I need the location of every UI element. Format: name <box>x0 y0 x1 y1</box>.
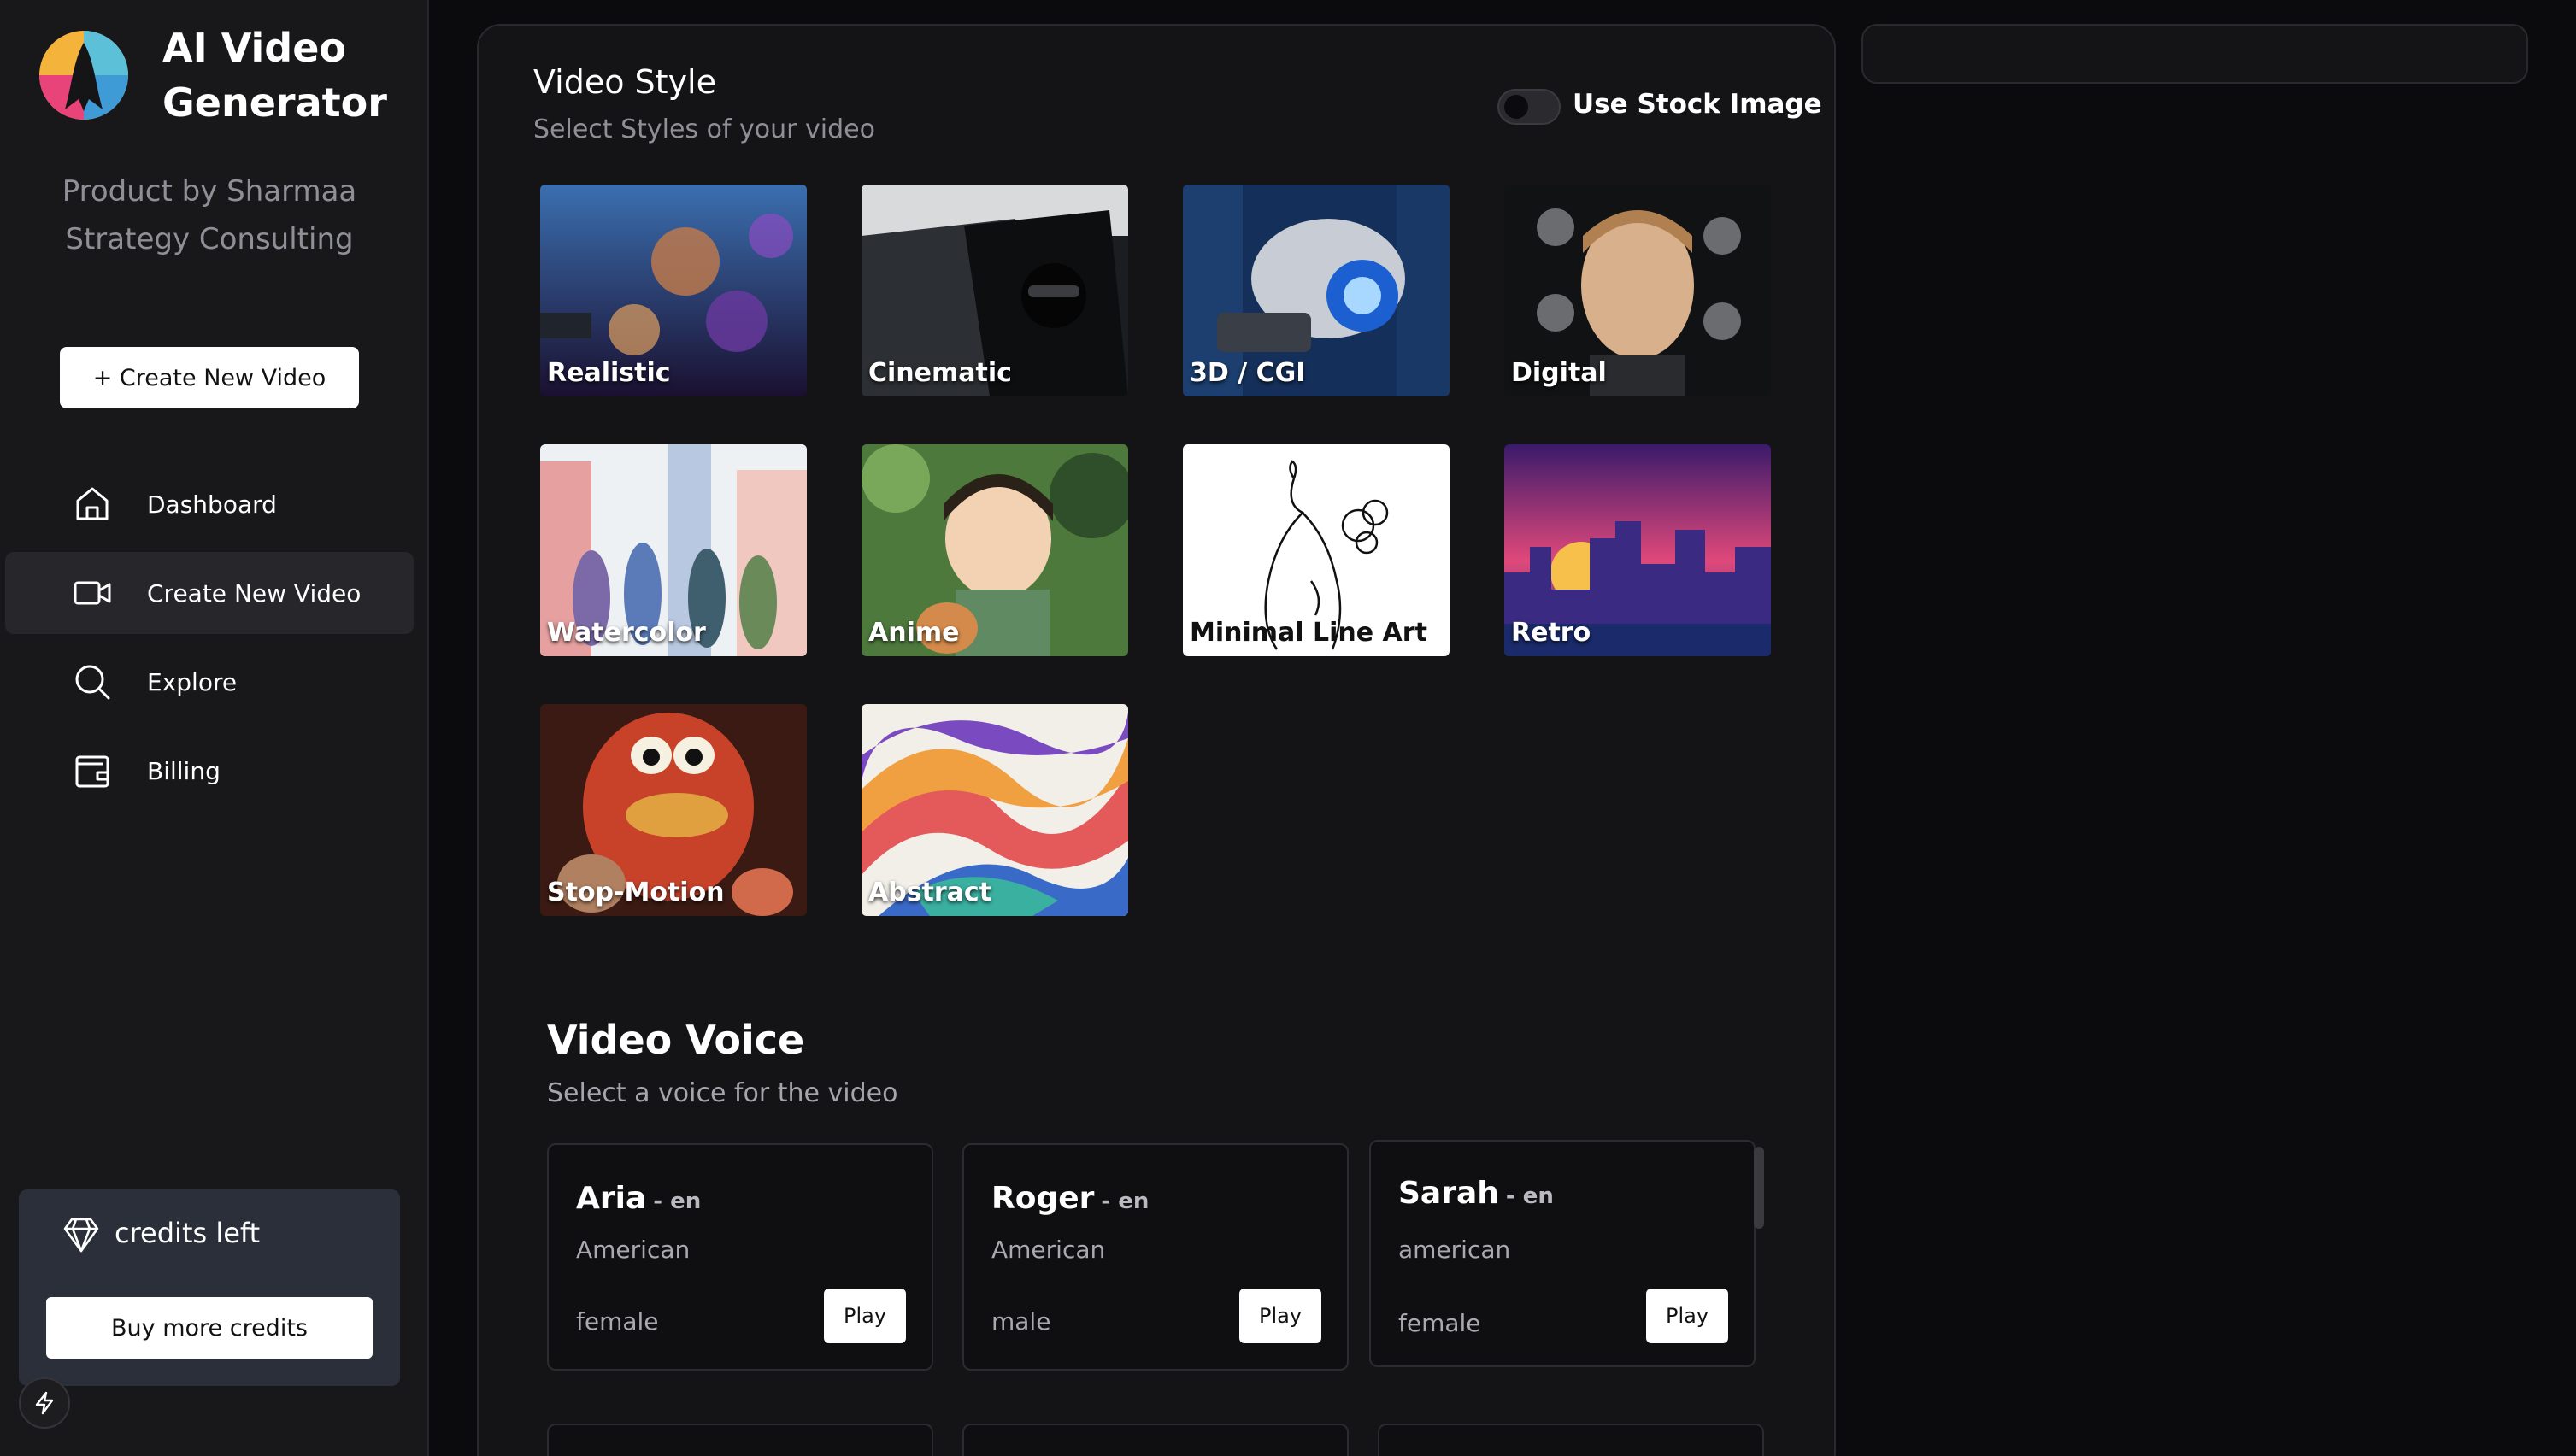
style-label: Cinematic <box>868 358 1012 388</box>
voice-accent: American <box>576 1236 691 1264</box>
bolt-button[interactable] <box>19 1377 70 1429</box>
voice-language: - en <box>1505 1183 1554 1209</box>
voice-gender: female <box>1398 1309 1481 1337</box>
style-card-digital[interactable]: Digital <box>1504 185 1771 396</box>
wallet-icon <box>75 755 109 788</box>
voice-card-roger[interactable]: Roger - en American male Play <box>962 1143 1349 1371</box>
style-label: Watercolor <box>547 618 706 648</box>
sidebar-item-create-new-video[interactable]: Create New Video <box>5 552 414 634</box>
sidebar: AI Video Generator Product by Sharmaa St… <box>0 0 429 1456</box>
voice-accent: american <box>1398 1236 1511 1264</box>
voice-accent: American <box>991 1236 1106 1264</box>
right-preview-panel <box>1861 24 2528 84</box>
credits-left-label: credits left <box>115 1217 261 1249</box>
style-card-watercolor[interactable]: Watercolor <box>540 444 807 656</box>
voice-card-sarah[interactable]: Sarah - en american female Play <box>1369 1140 1756 1367</box>
voice-card-aria[interactable]: Aria - en American female Play <box>547 1143 933 1371</box>
voice-gender: female <box>576 1307 659 1336</box>
app-logo-icon <box>39 31 128 120</box>
byline-line2: Strategy Consulting <box>65 222 354 256</box>
sidebar-item-label: Create New Video <box>147 578 362 608</box>
style-card-minimal-line-art[interactable]: Minimal Line Art <box>1183 444 1450 656</box>
video-voice-title: Video Voice <box>547 1017 805 1063</box>
lightning-icon <box>35 1391 54 1415</box>
voice-name: Sarah - en <box>1398 1176 1554 1211</box>
video-style-subtitle: Select Styles of your video <box>533 114 875 144</box>
voice-card-partial[interactable] <box>1378 1424 1764 1456</box>
byline: Product by Sharmaa Strategy Consulting <box>34 167 385 263</box>
style-label: Abstract <box>868 878 992 907</box>
style-label: Stop-Motion <box>547 878 725 907</box>
sidebar-item-explore[interactable]: Explore <box>5 641 414 723</box>
style-card-anime[interactable]: Anime <box>862 444 1128 656</box>
style-card-3d-cgi[interactable]: 3D / CGI <box>1183 185 1450 396</box>
style-label: Digital <box>1511 358 1607 388</box>
diamond-icon <box>63 1218 99 1253</box>
toggle-knob <box>1504 95 1528 119</box>
create-new-video-button[interactable]: + Create New Video <box>60 347 359 408</box>
video-voice-subtitle: Select a voice for the video <box>547 1078 898 1108</box>
credits-panel: credits left Buy more credits <box>19 1189 400 1386</box>
video-camera-icon <box>74 581 111 605</box>
style-card-realistic[interactable]: Realistic <box>540 185 807 396</box>
voice-name: Aria - en <box>576 1181 701 1216</box>
home-icon <box>76 487 109 520</box>
voice-name-text: Sarah <box>1398 1176 1499 1211</box>
style-label: Minimal Line Art <box>1190 618 1427 648</box>
style-card-abstract[interactable]: Abstract <box>862 704 1128 916</box>
play-button[interactable]: Play <box>824 1289 906 1343</box>
voice-card-partial[interactable] <box>962 1424 1349 1456</box>
style-label: Retro <box>1511 618 1591 648</box>
style-label: 3D / CGI <box>1190 358 1306 388</box>
sidebar-item-billing[interactable]: Billing <box>5 730 414 812</box>
play-button[interactable]: Play <box>1239 1289 1321 1343</box>
sidebar-item-label: Explore <box>147 667 238 696</box>
app-title-line2: Generator <box>162 79 387 126</box>
style-card-cinematic[interactable]: Cinematic <box>862 185 1128 396</box>
app-title: AI Video Generator <box>162 21 419 130</box>
byline-line1: Product by Sharmaa <box>62 174 357 208</box>
voice-name: Roger - en <box>991 1181 1149 1216</box>
buy-more-credits-button[interactable]: Buy more credits <box>46 1297 373 1359</box>
voice-list-scrollbar[interactable] <box>1754 1147 1764 1229</box>
video-style-title: Video Style <box>533 63 716 101</box>
app-title-line1: AI Video <box>162 25 347 71</box>
play-button[interactable]: Play <box>1646 1289 1728 1343</box>
voice-name-text: Roger <box>991 1181 1095 1216</box>
style-card-stop-motion[interactable]: Stop-Motion <box>540 704 807 916</box>
use-stock-image-toggle[interactable] <box>1497 89 1561 125</box>
style-label: Anime <box>868 618 960 648</box>
voice-gender: male <box>991 1307 1051 1336</box>
sidebar-item-dashboard[interactable]: Dashboard <box>5 463 414 545</box>
search-icon <box>75 665 110 700</box>
sidebar-item-label: Billing <box>147 756 221 785</box>
voice-language: - en <box>653 1189 702 1214</box>
voice-name-text: Aria <box>576 1181 647 1216</box>
video-style-panel: Video Style Select Styles of your video … <box>477 24 1836 1456</box>
style-card-retro[interactable]: Retro <box>1504 444 1771 656</box>
voice-card-partial[interactable] <box>547 1424 933 1456</box>
use-stock-image-label: Use Stock Image <box>1573 89 1822 120</box>
sidebar-item-label: Dashboard <box>147 490 277 519</box>
voice-language: - en <box>1101 1189 1150 1214</box>
style-label: Realistic <box>547 358 671 388</box>
